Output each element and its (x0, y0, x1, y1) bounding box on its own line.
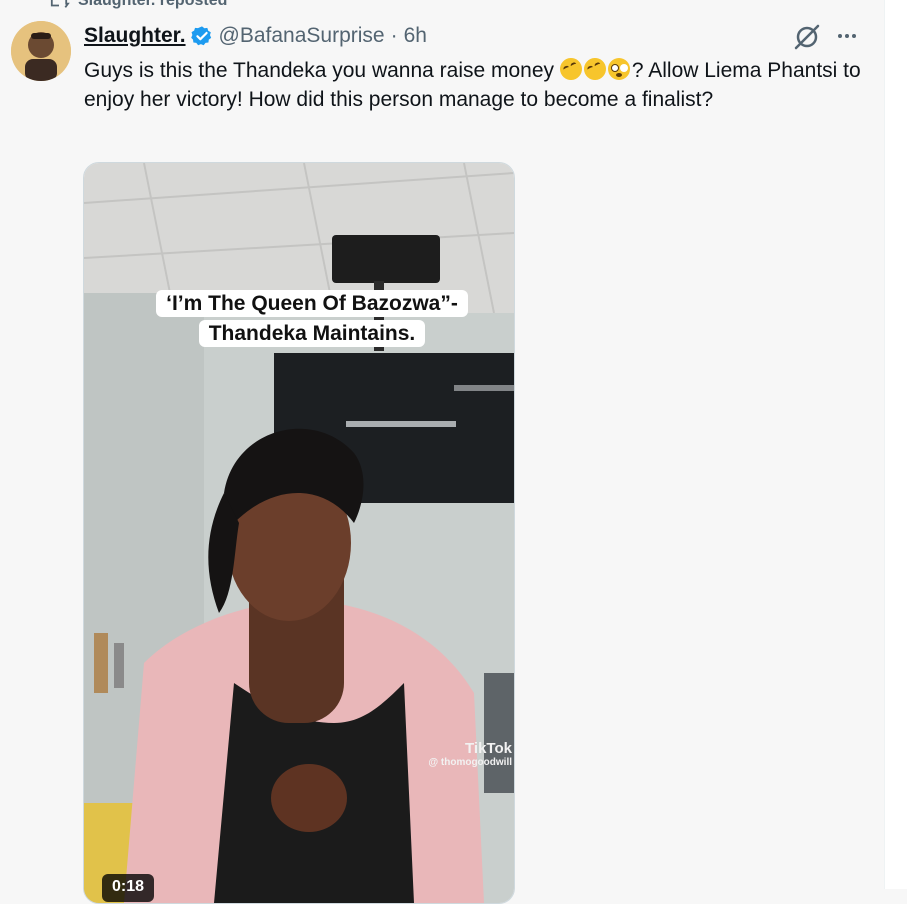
more-dot (845, 34, 849, 38)
avatar-image (11, 21, 71, 81)
video-timestamp: 0:18 (102, 874, 155, 902)
avatar[interactable] (11, 21, 71, 81)
tweet-text-part1: Guys is this the Thandeka you wanna rais… (84, 59, 560, 82)
tiktok-username: @ thomogoodwill (428, 757, 512, 768)
right-rail (884, 0, 907, 889)
more-options-icon[interactable] (834, 26, 860, 46)
tiktok-logo: TikTok (465, 740, 512, 757)
video-caption: ‘I’m The Queen Of Bazozwa”- Thandeka Main… (147, 289, 477, 349)
video-frame (84, 163, 514, 903)
author-name[interactable]: Slaughter. (84, 24, 186, 48)
separator-dot: · (390, 24, 398, 47)
repost-icon (50, 0, 70, 8)
video-player[interactable] (83, 162, 515, 904)
more-dot (852, 34, 856, 38)
post-time[interactable]: 6h (404, 24, 427, 48)
repost-indicator[interactable]: Slaughter. reposted (48, 0, 227, 11)
flushed-face-emoji-icon (607, 58, 630, 80)
tweet-header: Slaughter. @BafanaSurprise · 6h (84, 22, 427, 50)
repost-label: Slaughter. reposted (78, 0, 228, 9)
author-handle[interactable]: @BafanaSurprise (219, 24, 385, 48)
more-dot (838, 34, 842, 38)
rolling-laughing-emoji-icon (556, 54, 586, 84)
verified-badge-icon[interactable] (190, 25, 213, 47)
tweet-text: Guys is this the Thandeka you wanna rais… (84, 54, 874, 114)
tiktok-watermark: TikTok @ thomogoodwill (402, 740, 512, 768)
caption-line-2: Thandeka Maintains. (198, 320, 426, 347)
rolling-laughing-emoji-icon (580, 54, 610, 84)
caption-line-1: ‘I’m The Queen Of Bazozwa”- (156, 290, 468, 317)
grok-icon[interactable] (792, 22, 822, 52)
